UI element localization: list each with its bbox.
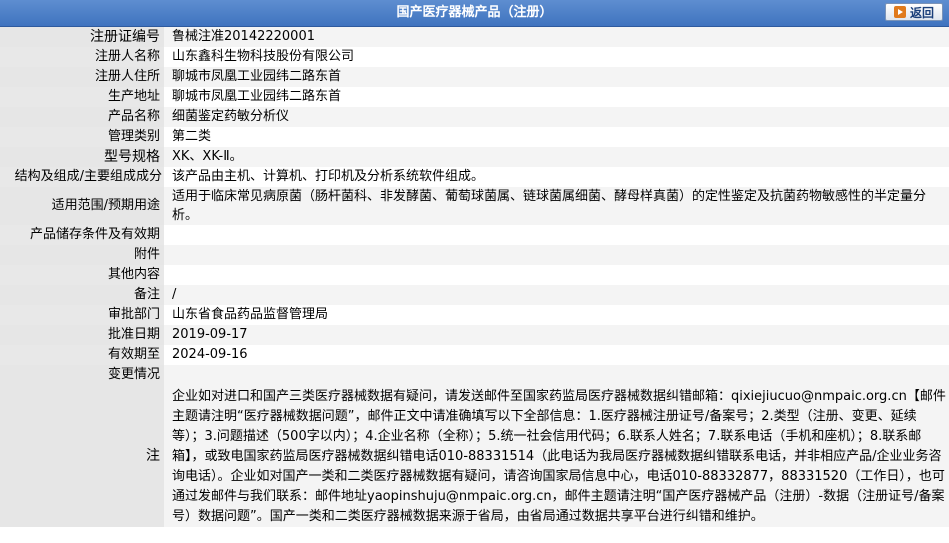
page-title: 国产医疗器械产品（注册） <box>396 5 553 20</box>
table-row: 审批部门 山东省食品药品监督管理局 <box>0 305 949 325</box>
back-arrow-icon <box>893 6 906 18</box>
table-row: 产品名称 细菌鉴定药敏分析仪 <box>0 107 949 127</box>
table-row: 附件 <box>0 245 949 265</box>
field-value: 适用于临床常见病原菌（肠杆菌科、非发酵菌、葡萄球菌属、链球菌属细菌、酵母样真菌）… <box>164 187 949 225</box>
field-value <box>164 245 949 265</box>
field-value: 2024-09-16 <box>164 345 949 365</box>
field-value: 第二类 <box>164 127 949 147</box>
field-value <box>164 225 949 245</box>
field-label: 型号规格 <box>0 147 164 167</box>
note-label: 注 <box>0 385 164 527</box>
table-row: 其他内容 <box>0 265 949 285</box>
table-row: 批准日期 2019-09-17 <box>0 325 949 345</box>
field-value: 聊城市凤凰工业园纬二路东首 <box>164 67 949 87</box>
field-label: 备注 <box>0 285 164 305</box>
field-label: 产品储存条件及有效期 <box>0 225 164 245</box>
table-row: 适用范围/预期用途 适用于临床常见病原菌（肠杆菌科、非发酵菌、葡萄球菌属、链球菌… <box>0 187 949 225</box>
note-row: 注 企业如对进口和国产三类医疗器械数据有疑问，请发送邮件至国家药监局医疗器械数据… <box>0 385 949 527</box>
field-value: 聊城市凤凰工业园纬二路东首 <box>164 87 949 107</box>
field-label: 适用范围/预期用途 <box>0 187 164 225</box>
table-row: 变更情况 <box>0 365 949 385</box>
field-label: 注册人住所 <box>0 67 164 87</box>
table-row: 生产地址 聊城市凤凰工业园纬二路东首 <box>0 87 949 107</box>
back-button[interactable]: 返回 <box>885 3 943 21</box>
field-value: 鲁械注准20142220001 <box>164 27 949 47</box>
field-label: 注册证编号 <box>0 27 164 47</box>
field-label: 附件 <box>0 245 164 265</box>
detail-table: 注册证编号 鲁械注准20142220001 注册人名称 山东鑫科生物科技股份有限… <box>0 27 949 527</box>
table-row: 管理类别 第二类 <box>0 127 949 147</box>
field-value: 2019-09-17 <box>164 325 949 345</box>
field-label: 产品名称 <box>0 107 164 127</box>
title-bar: 国产医疗器械产品（注册） 返回 <box>0 0 949 27</box>
back-button-label: 返回 <box>909 5 934 20</box>
table-row: 型号规格 XK、XK-Ⅱ。 <box>0 147 949 167</box>
field-value: / <box>164 285 949 305</box>
field-value: 山东省食品药品监督管理局 <box>164 305 949 325</box>
field-value: 细菌鉴定药敏分析仪 <box>164 107 949 127</box>
table-row: 注册人住所 聊城市凤凰工业园纬二路东首 <box>0 67 949 87</box>
field-label: 审批部门 <box>0 305 164 325</box>
field-value: 该产品由主机、计算机、打印机及分析系统软件组成。 <box>164 167 949 187</box>
field-label: 批准日期 <box>0 325 164 345</box>
field-label: 结构及组成/主要组成成分 <box>0 167 164 187</box>
table-row: 注册人名称 山东鑫科生物科技股份有限公司 <box>0 47 949 67</box>
field-label: 管理类别 <box>0 127 164 147</box>
field-value: 山东鑫科生物科技股份有限公司 <box>164 47 949 67</box>
note-paragraph: 企业如对进口和国产三类医疗器械数据有疑问，请发送邮件至国家药监局医疗器械数据纠错… <box>172 389 946 524</box>
field-value <box>164 365 949 385</box>
table-row: 结构及组成/主要组成成分 该产品由主机、计算机、打印机及分析系统软件组成。 <box>0 167 949 187</box>
table-row: 备注 / <box>0 285 949 305</box>
field-value <box>164 265 949 285</box>
field-label: 注册人名称 <box>0 47 164 67</box>
field-value: XK、XK-Ⅱ。 <box>164 147 949 167</box>
field-label: 有效期至 <box>0 345 164 365</box>
field-label: 变更情况 <box>0 365 164 385</box>
field-label: 生产地址 <box>0 87 164 107</box>
field-label: 其他内容 <box>0 265 164 285</box>
table-row: 产品储存条件及有效期 <box>0 225 949 245</box>
table-row: 注册证编号 鲁械注准20142220001 <box>0 27 949 47</box>
table-row: 有效期至 2024-09-16 <box>0 345 949 365</box>
note-text: 企业如对进口和国产三类医疗器械数据有疑问，请发送邮件至国家药监局医疗器械数据纠错… <box>164 385 949 527</box>
